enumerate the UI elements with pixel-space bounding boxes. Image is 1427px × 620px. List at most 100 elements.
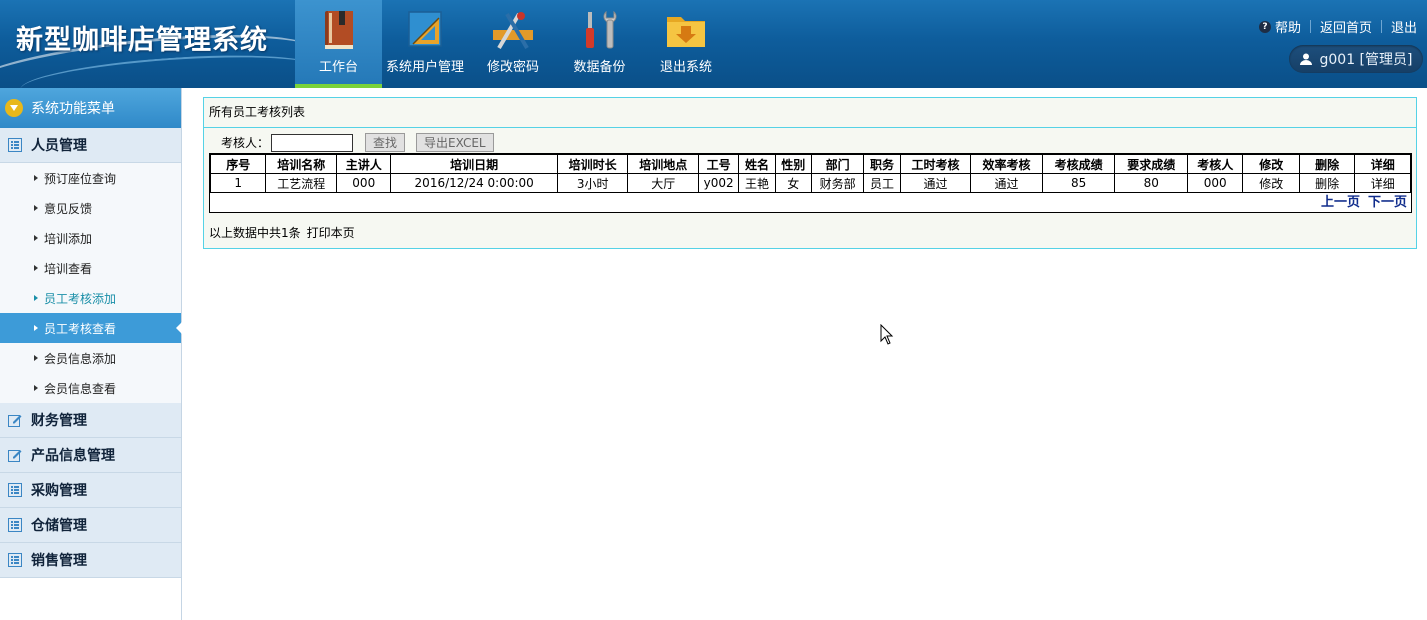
prev-page-link[interactable]: 上一页 — [1321, 195, 1360, 210]
mouse-cursor-icon — [880, 324, 894, 345]
caret-right-icon — [34, 325, 38, 331]
column-header: 删除 — [1298, 154, 1356, 174]
menu-item-feedback[interactable]: 意见反馈 — [0, 193, 181, 223]
menu-group-purchasing[interactable]: 采购管理 — [0, 473, 181, 508]
menu-item-label: 培训添加 — [44, 231, 93, 246]
caret-right-icon — [34, 355, 38, 361]
export-excel-button[interactable]: 导出EXCEL — [416, 133, 494, 152]
menu-group-finance[interactable]: 财务管理 — [0, 403, 181, 438]
nav-system-users[interactable]: 系统用户管理 — [382, 0, 468, 88]
column-header: 效率考核 — [970, 154, 1043, 174]
column-header: 工时考核 — [899, 154, 972, 174]
chevron-down-icon — [5, 99, 23, 117]
table-cell: 2016/12/24 0:00:00 — [390, 173, 558, 193]
assessment-table-container: 序号 培训名称 主讲人 培训日期 培训时长 培训地点 工号 姓名 性别 部门 职… — [209, 153, 1412, 213]
column-header: 职务 — [863, 154, 901, 174]
menu-item-label: 会员信息查看 — [44, 381, 117, 396]
nav-data-backup-label: 数据备份 — [573, 60, 626, 75]
menu-item-training-add[interactable]: 培训添加 — [0, 223, 181, 253]
menu-group-label: 销售管理 — [31, 553, 87, 569]
menu-item-assessment-add[interactable]: 员工考核添加 — [0, 283, 181, 313]
assessor-input[interactable] — [271, 133, 354, 152]
edit-link[interactable]: 修改 — [1242, 173, 1300, 193]
folder-download-icon — [667, 17, 705, 47]
table-cell: 通过 — [899, 173, 972, 193]
menu-item-seat-booking[interactable]: 预订座位查询 — [0, 163, 181, 193]
menu-group-label: 产品信息管理 — [31, 448, 115, 464]
column-header: 工号 — [698, 154, 740, 174]
assessor-label: 考核人： — [221, 136, 270, 150]
nav-change-password-label: 修改密码 — [486, 60, 539, 75]
app-title: 新型咖啡店管理系统 — [16, 25, 268, 56]
column-header: 姓名 — [738, 154, 776, 174]
menu-item-member-add[interactable]: 会员信息添加 — [0, 343, 181, 373]
menu-group-label: 仓储管理 — [31, 518, 87, 534]
personnel-submenu: 预订座位查询 意见反馈 培训添加 培训查看 员工考核添加 员工考核查看 会员信息… — [0, 163, 182, 403]
nav-workbench-label: 工作台 — [318, 60, 358, 75]
logout-link[interactable]: 退出 — [1391, 17, 1417, 36]
next-page-link[interactable]: 下一页 — [1368, 195, 1407, 210]
table-cell: 1 — [209, 173, 267, 193]
help-link[interactable]: 帮助 — [1275, 17, 1301, 36]
menu-item-label: 会员信息添加 — [44, 351, 117, 366]
menu-group-warehouse[interactable]: 仓储管理 — [0, 508, 181, 543]
assessment-list-panel: 所有员工考核列表 考核人： 查找 导出EXCEL 序号 培训名称 主讲人 培训日… — [203, 97, 1417, 249]
list-icon — [8, 518, 22, 532]
caret-right-icon — [34, 175, 38, 181]
print-page-link[interactable]: 打印本页 — [307, 226, 355, 240]
menu-item-training-view[interactable]: 培训查看 — [0, 253, 181, 283]
sidebar: 系统功能菜单 人员管理 预订座位查询 意见反馈 培训添加 培训查看 员工考核添加… — [0, 88, 182, 620]
column-header: 性别 — [774, 154, 812, 174]
main-nav: 工作台 系统用户管理 修改密码 数据备份 退出系统 — [295, 0, 731, 88]
assessment-table: 序号 培训名称 主讲人 培训日期 培训时长 培训地点 工号 姓名 性别 部门 职… — [209, 154, 1411, 193]
menu-group-sales[interactable]: 销售管理 — [0, 543, 181, 578]
nav-data-backup[interactable]: 数据备份 — [558, 0, 641, 88]
table-cell: 000 — [336, 173, 392, 193]
edit-icon — [8, 450, 22, 462]
menu-group-label: 财务管理 — [31, 413, 87, 429]
menu-item-label: 预订座位查询 — [44, 171, 117, 186]
column-header: 详细 — [1354, 154, 1411, 174]
user-name: g001 [管理员] — [1319, 52, 1413, 68]
top-links: ? 帮助 返回首页 退出 — [1258, 17, 1417, 36]
list-icon — [8, 138, 22, 152]
table-cell: 000 — [1187, 173, 1244, 193]
menu-item-label: 员工考核查看 — [44, 321, 117, 336]
sidebar-header[interactable]: 系统功能菜单 — [0, 88, 181, 128]
search-button[interactable]: 查找 — [365, 133, 406, 152]
user-badge[interactable]: g001 [管理员] — [1289, 45, 1423, 73]
column-header: 培训地点 — [627, 154, 700, 174]
nav-exit-system[interactable]: 退出系统 — [641, 0, 731, 88]
column-header: 考核成绩 — [1041, 154, 1116, 174]
table-cell: 80 — [1114, 173, 1189, 193]
caret-right-icon — [34, 385, 38, 391]
nav-workbench[interactable]: 工作台 — [295, 0, 382, 88]
list-footer: 以上数据中共1条 打印本页 — [209, 224, 355, 241]
table-cell: 3小时 — [556, 173, 629, 193]
list-icon — [8, 553, 22, 567]
menu-item-label: 培训查看 — [44, 261, 93, 276]
search-bar: 考核人： 查找 导出EXCEL — [221, 133, 505, 152]
column-header: 修改 — [1242, 154, 1300, 174]
menu-group-label: 采购管理 — [31, 483, 87, 499]
home-link[interactable]: 返回首页 — [1320, 17, 1372, 36]
caret-right-icon — [34, 235, 38, 241]
link-divider — [1309, 20, 1311, 33]
delete-link[interactable]: 删除 — [1298, 173, 1356, 193]
menu-item-member-view[interactable]: 会员信息查看 — [0, 373, 181, 403]
top-header: 新型咖啡店管理系统 工作台 系统用户管理 修改密码 数据备份 退出系统 ? 帮助… — [0, 0, 1427, 88]
column-header: 培训名称 — [265, 154, 338, 174]
detail-link[interactable]: 详细 — [1354, 173, 1411, 193]
menu-group-product-info[interactable]: 产品信息管理 — [0, 438, 181, 473]
book-icon — [324, 11, 353, 49]
table-row: 1 工艺流程 000 2016/12/24 0:00:00 3小时 大厅 y00… — [209, 173, 1411, 193]
table-cell: 通过 — [970, 173, 1043, 193]
menu-item-assessment-view[interactable]: 员工考核查看 — [0, 313, 182, 343]
column-header: 要求成绩 — [1114, 154, 1189, 174]
table-cell: 女 — [774, 173, 812, 193]
menu-item-label: 意见反馈 — [44, 201, 93, 216]
menu-group-personnel[interactable]: 人员管理 — [0, 128, 181, 163]
page-title: 所有员工考核列表 — [204, 98, 1416, 128]
column-header: 序号 — [209, 154, 267, 174]
nav-change-password[interactable]: 修改密码 — [468, 0, 558, 88]
